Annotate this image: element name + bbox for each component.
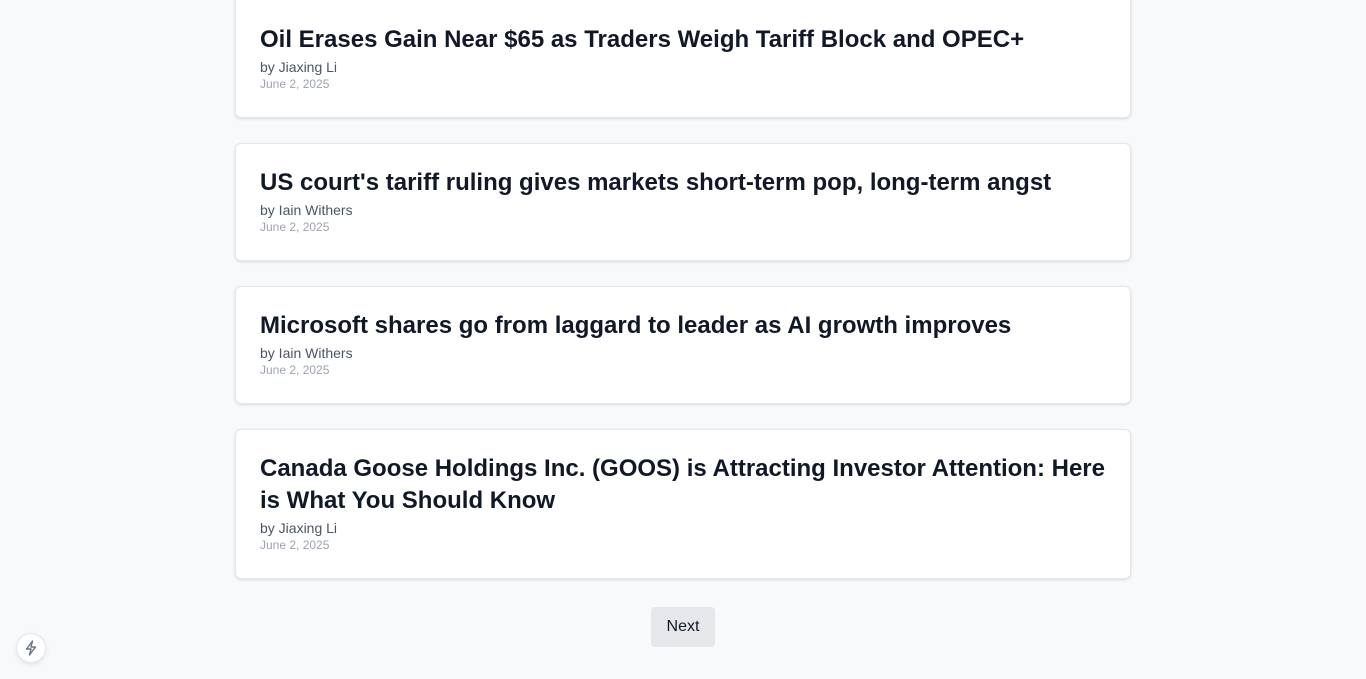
article-card[interactable]: Microsoft shares go from laggard to lead…	[235, 286, 1131, 404]
dev-tools-badge[interactable]	[17, 634, 45, 662]
pagination: Next	[651, 607, 715, 647]
article-title[interactable]: Microsoft shares go from laggard to lead…	[260, 310, 1106, 342]
next-page-button[interactable]: Next	[651, 607, 715, 647]
article-card[interactable]: Canada Goose Holdings Inc. (GOOS) is Att…	[235, 429, 1131, 579]
article-date: June 2, 2025	[260, 220, 330, 234]
article-author: by Iain Withers	[260, 345, 353, 361]
article-author: by Jiaxing Li	[260, 59, 338, 75]
article-title[interactable]: Oil Erases Gain Near $65 as Traders Weig…	[260, 24, 1106, 56]
article-date: June 2, 2025	[260, 363, 330, 377]
lightning-bolt-icon	[24, 640, 38, 656]
article-title[interactable]: Canada Goose Holdings Inc. (GOOS) is Att…	[260, 453, 1106, 517]
article-date: June 2, 2025	[260, 538, 330, 552]
article-list: Oil Erases Gain Near $65 as Traders Weig…	[235, 0, 1131, 604]
article-card[interactable]: Oil Erases Gain Near $65 as Traders Weig…	[235, 0, 1131, 118]
article-date: June 2, 2025	[260, 77, 330, 91]
article-author: by Jiaxing Li	[260, 520, 338, 536]
article-card[interactable]: US court's tariff ruling gives markets s…	[235, 143, 1131, 261]
article-author: by Iain Withers	[260, 202, 353, 218]
article-title[interactable]: US court's tariff ruling gives markets s…	[260, 167, 1106, 199]
